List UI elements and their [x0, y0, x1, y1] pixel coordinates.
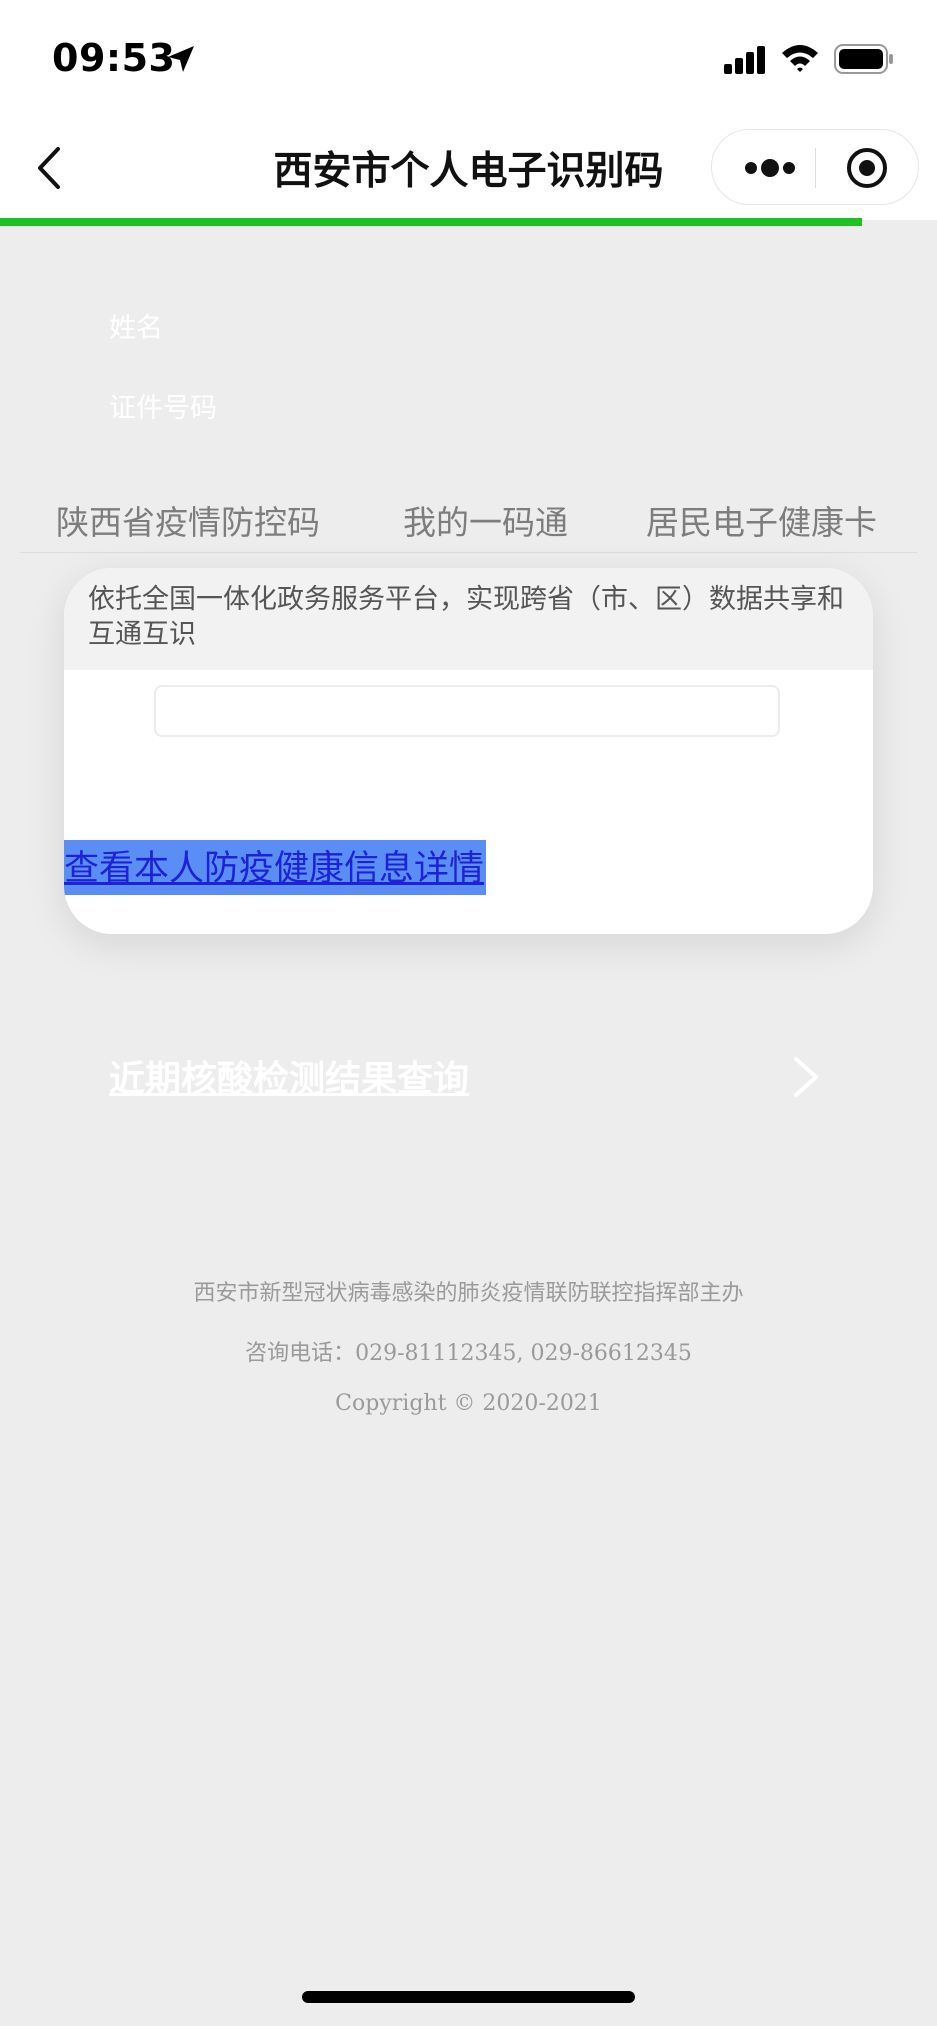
footer-organizer: 西安市新型冠状病毒感染的肺炎疫情联防联控指挥部主办 [193, 1281, 744, 1306]
status-time: 09:53 [52, 36, 176, 80]
health-info-detail-link[interactable]: 查看本人防疫健康信息详情 [64, 840, 487, 895]
nucleic-test-result-link[interactable]: 近期核酸检测结果查询 [109, 1050, 469, 1102]
nav-bar: 西安市个人电子识别码 [0, 115, 937, 220]
loading-progress-bar [0, 218, 862, 226]
wifi-icon [782, 45, 818, 72]
cellular-signal-icon [724, 46, 765, 74]
id-number-label: 证件号码 [109, 393, 217, 424]
code-input[interactable] [154, 685, 780, 737]
more-dots-icon[interactable] [742, 152, 798, 184]
code-tabs: 陕西省疫情防控码 我的一码通 居民电子健康卡 [20, 490, 917, 553]
footer-phone: 咨询电话：029-81112345, 029-86612345 [245, 1341, 692, 1366]
card-header-text: 依托全国一体化政务服务平台，实现跨省（市、区）数据共享和互通互识 [88, 584, 844, 650]
tab-shaanxi-epidemic-code[interactable]: 陕西省疫情防控码 [56, 496, 320, 544]
chevron-right-icon[interactable] [792, 1055, 820, 1099]
name-label: 姓名 [109, 313, 163, 344]
status-bar: 09:53 [0, 0, 937, 115]
close-miniprogram-icon[interactable] [845, 146, 889, 190]
location-arrow-icon [168, 46, 194, 72]
card-header: 依托全国一体化政务服务平台，实现跨省（市、区）数据共享和互通互识 [64, 568, 873, 670]
page-title: 西安市个人电子识别码 [273, 149, 664, 194]
back-chevron-icon[interactable] [32, 145, 68, 191]
tab-my-one-code[interactable]: 我的一码通 [403, 496, 568, 544]
home-indicator[interactable] [302, 1991, 635, 2003]
footer-copyright: Copyright © 2020-2021 [335, 1391, 602, 1416]
battery-icon [834, 44, 893, 74]
tab-resident-health-card[interactable]: 居民电子健康卡 [646, 496, 877, 544]
capsule-divider [815, 148, 816, 188]
health-code-card: 依托全国一体化政务服务平台，实现跨省（市、区）数据共享和互通互识 查看本人防疫健… [64, 568, 873, 934]
miniprogram-capsule [711, 129, 919, 205]
